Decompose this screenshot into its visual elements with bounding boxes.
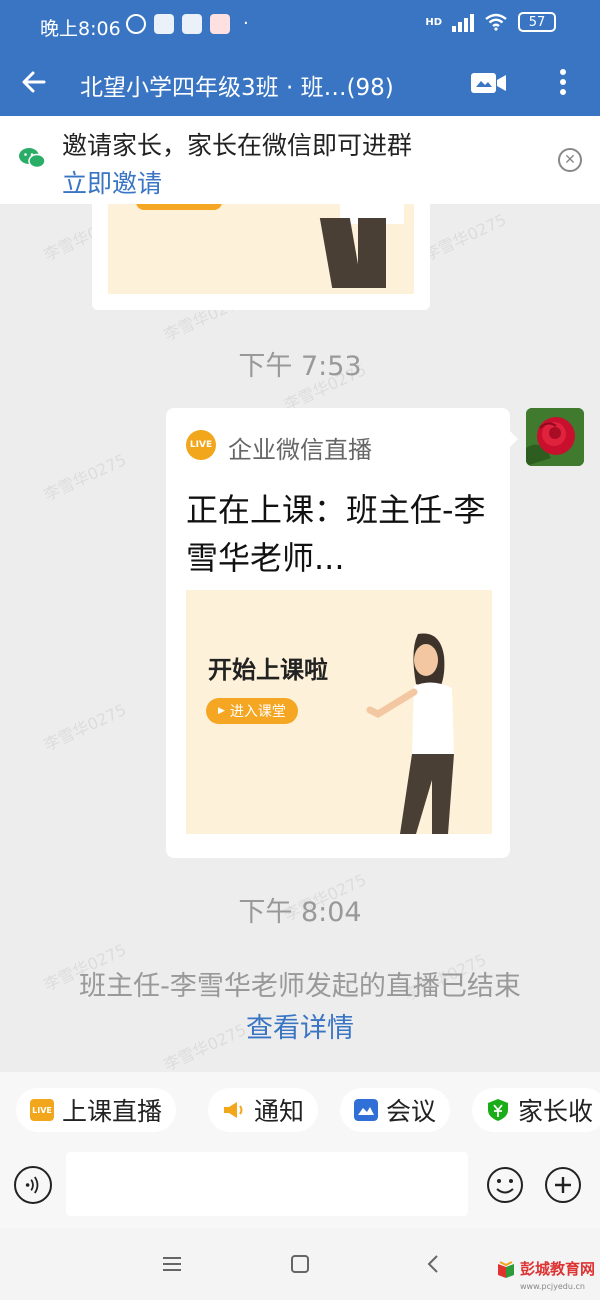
brand-url: www.pcjyedu.cn (520, 1282, 585, 1291)
meeting-icon (354, 1099, 378, 1121)
system-message: 班主任-李雪华老师发起的直播已结束 (79, 971, 521, 1002)
message-list[interactable]: 李雪华0275 李雪华0275 李雪华0275 李雪华0275 李雪华0275 … (0, 204, 600, 1072)
timestamp: 下午 8:04 (238, 897, 362, 928)
live-source: 企业微信直播 (228, 436, 372, 464)
book-logo-icon (498, 1260, 514, 1278)
menu-icon[interactable] (158, 1250, 186, 1278)
cover-text: 开始上课啦 (208, 656, 328, 684)
quick-action-live[interactable]: LIVE 上课直播 (16, 1088, 177, 1132)
signal-icon (452, 12, 474, 32)
video-call-icon[interactable] (470, 68, 508, 98)
previous-live-card[interactable] (92, 204, 430, 310)
back-icon[interactable] (420, 1250, 448, 1278)
back-arrow-icon[interactable] (16, 64, 52, 100)
enter-class-button: ▶ 进入课堂 (206, 698, 298, 724)
system-nav-bar: 彭城教育网 www.pcjyedu.cn (0, 1228, 600, 1300)
emoji-icon[interactable] (486, 1166, 524, 1204)
chip-label: 家长收 (518, 1097, 594, 1126)
home-icon[interactable] (286, 1250, 314, 1278)
chat-title: 北望小学四年级3班 · 班…(98) (80, 75, 394, 101)
red-app-icon (210, 14, 230, 34)
hd-label: HD (425, 16, 442, 28)
paw-app-icon (182, 14, 202, 34)
quick-action-notice[interactable]: 通知 (208, 1088, 319, 1132)
app-notification-icon (154, 14, 174, 34)
close-icon[interactable]: ✕ (558, 148, 582, 172)
status-time: 晚上8:06 (40, 18, 121, 40)
live-title: 正在上课：班主任-李雪华老师... (186, 491, 486, 577)
chat-header: 北望小学四年级3班 · 班…(98) (0, 50, 600, 116)
wechat-icon (19, 148, 46, 169)
live-icon: LIVE (30, 1099, 54, 1121)
live-icon: LIVE (186, 430, 216, 460)
watermark: 李雪华0275 (420, 209, 510, 265)
watermark: 李雪华0275 (40, 449, 130, 505)
more-icon[interactable] (548, 64, 578, 100)
invite-link[interactable]: 立即邀请 (62, 164, 162, 200)
enter-class-label: 进入课堂 (229, 704, 286, 720)
voice-icon[interactable] (14, 1166, 52, 1204)
quick-action-bar: LIVE 上课直播 通知 会议 家长收 (0, 1072, 600, 1148)
status-dot: · (243, 13, 249, 34)
live-cover-image: 开始上课啦 ▶ 进入课堂 (186, 590, 492, 834)
message-input[interactable] (66, 1152, 468, 1216)
battery-icon: 57 (518, 12, 556, 32)
timestamp: 下午 7:53 (238, 351, 362, 382)
live-message-card[interactable]: LIVE 企业微信直播 正在上课：班主任-李雪华老师... 开始上课啦 ▶ 进入… (166, 408, 518, 858)
watermark: 李雪华0275 (40, 699, 130, 755)
play-icon: ▶ (218, 706, 225, 716)
input-bar (0, 1148, 600, 1228)
avatar[interactable] (526, 408, 584, 466)
status-bar: 晚上8:06 · HD 57 (0, 0, 600, 50)
chip-label: 会议 (386, 1097, 437, 1126)
teacher-illustration (366, 633, 454, 834)
alarm-icon (126, 14, 146, 34)
plus-icon[interactable] (544, 1166, 582, 1204)
invite-banner: 邀请家长，家长在微信即可进群 立即邀请 ✕ (0, 116, 600, 204)
wifi-icon (485, 13, 507, 31)
payment-icon (488, 1099, 508, 1121)
quick-action-meeting[interactable]: 会议 (340, 1088, 451, 1132)
chip-label: 通知 (254, 1097, 305, 1126)
quick-action-payment[interactable]: 家长收 (472, 1088, 600, 1132)
chip-label: 上课直播 (62, 1097, 163, 1126)
live-cover-image (108, 204, 414, 294)
invite-text: 邀请家长，家长在微信即可进群 (62, 131, 413, 160)
view-details-link[interactable]: 查看详情 (0, 1006, 600, 1045)
brand-watermark: 彭城教育网 (496, 1258, 595, 1279)
megaphone-icon (224, 1102, 243, 1118)
rose-image (526, 408, 584, 466)
brand-name: 彭城教育网 (520, 1260, 596, 1278)
